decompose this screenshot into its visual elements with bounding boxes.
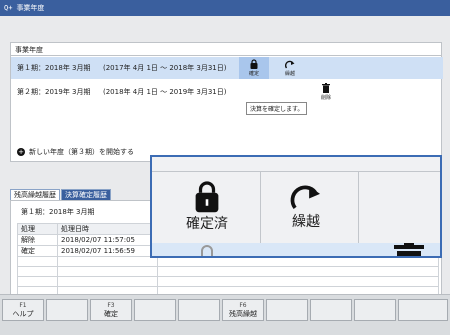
period-label: 第２期：2019年 3月期 [17,88,91,96]
carryover-indicator: 繰越 [288,183,324,231]
title-bar: Q+ 事業年度 [0,0,450,16]
redo-icon [290,185,320,210]
main-area: 事業年度 第１期：2018年 3月期 (2017年 4月 1日 ～ 2018年 … [0,16,450,308]
add-icon: + [17,148,25,156]
period-range: (2017年 4月 1日 ～ 2018年 3月31日) [103,64,227,72]
period-range: (2018年 4月 1日 ～ 2019年 3月31日) [103,88,227,96]
f7-button[interactable] [266,299,308,321]
start-new-year-button[interactable]: + 新しい年度（第３期）を開始する [17,147,134,157]
f4-button[interactable] [134,299,176,321]
carryover-button[interactable]: 繰越 [275,57,305,79]
history-period: 第１期：2018年 3月期 [21,208,95,216]
column-header: 処理日時 [57,223,158,235]
zoom-callout: 確定済 繰越 [150,155,442,258]
history-tabs: 残高繰越履歴 決算確定履歴 [10,189,112,200]
fiscal-row-1[interactable]: 第１期：2018年 3月期 (2017年 4月 1日 ～ 2018年 3月31日… [11,57,443,79]
tab-balance-carryover[interactable]: 残高繰越履歴 [10,189,60,200]
f1-help-button[interactable]: F1 ヘルプ [2,299,44,321]
tab-closing-confirm[interactable]: 決算確定履歴 [61,189,111,200]
fiscal-row-2[interactable]: 第２期：2019年 3月期 (2018年 4月 1日 ～ 2019年 3月31日… [11,81,443,103]
lock-icon [195,181,219,213]
window-title: 事業年度 [16,4,45,12]
period-label: 第１期：2018年 3月期 [17,64,91,72]
f9-button[interactable] [354,299,396,321]
f10-button[interactable] [398,299,448,321]
f6-carryover-button[interactable]: F6 残高繰越 [222,299,264,321]
tooltip: 決算を確定します。 [246,102,308,115]
f3-confirm-button[interactable]: F3 確定 [90,299,132,321]
column-header: 処理 [17,223,58,235]
confirm-button[interactable]: 確定 [239,57,269,79]
section-title: 事業年度 [15,46,43,54]
redo-icon [285,60,295,68]
function-key-bar: F1 ヘルプ F3 確定 F6 残高繰越 [0,294,450,335]
lock-icon [201,245,213,256]
fiscal-year-panel: 事業年度 第１期：2018年 3月期 (2017年 4月 1日 ～ 2018年 … [10,42,443,162]
lock-icon [250,59,258,69]
delete-button[interactable]: 削除 [311,81,341,103]
trash-icon [322,83,330,93]
confirmed-indicator: 確定済 [186,179,228,233]
trash-icon [394,243,424,256]
f5-button[interactable] [178,299,220,321]
f2-button[interactable] [46,299,88,321]
f8-button[interactable] [310,299,352,321]
plus-icon: Q+ [4,4,13,12]
